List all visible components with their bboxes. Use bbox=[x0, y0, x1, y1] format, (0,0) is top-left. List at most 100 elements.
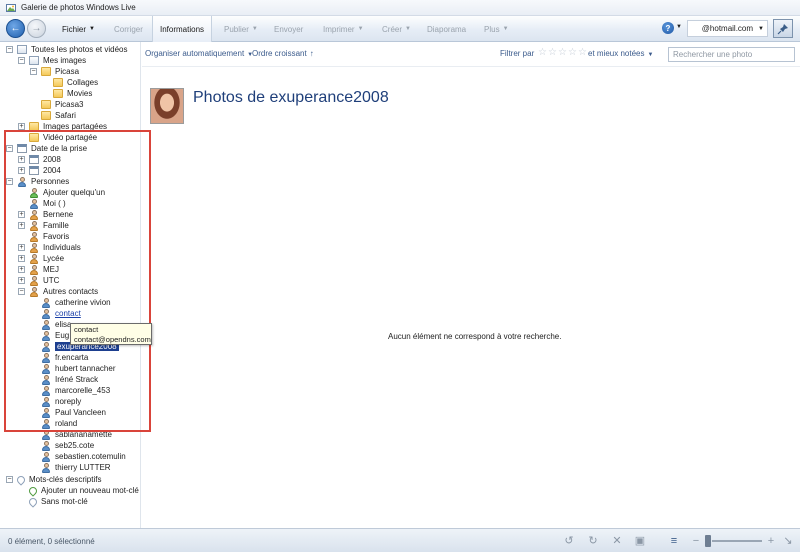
tree-item-contact[interactable]: sablananamette bbox=[41, 429, 112, 440]
tree-item-shared-images[interactable]: Images partagées bbox=[29, 121, 107, 132]
tree-item-contact[interactable]: fr.encarta bbox=[41, 352, 88, 363]
tree-item-contact[interactable]: hubert tannacher bbox=[41, 363, 116, 374]
star-icon[interactable]: ☆ bbox=[538, 48, 548, 58]
tree-item-contact[interactable]: marcorelle_453 bbox=[41, 385, 110, 396]
tree-item-contact[interactable]: thierry LUTTER bbox=[41, 462, 111, 473]
tree-item-contact[interactable]: seb25.cote bbox=[41, 440, 94, 451]
tree-item-safari[interactable]: Safari bbox=[41, 110, 76, 121]
tree-item-year-2008[interactable]: 2008 bbox=[29, 154, 61, 165]
help-menu-chevron-icon[interactable]: ▼ bbox=[676, 24, 682, 30]
tree-item-shared-video[interactable]: Vidéo partagée bbox=[29, 132, 97, 143]
star-icon[interactable]: ☆ bbox=[548, 48, 558, 58]
tree-item-group[interactable]: MEJ bbox=[29, 264, 59, 275]
expand-toggle[interactable]: + bbox=[18, 266, 25, 273]
zoom-out-icon[interactable]: − bbox=[690, 535, 702, 547]
tree-item-contact[interactable]: Paul Vancleen bbox=[41, 407, 106, 418]
tree-item-date-taken[interactable]: Date de la prise bbox=[17, 143, 87, 154]
forward-button[interactable]: → bbox=[27, 19, 46, 38]
collapse-toggle[interactable]: − bbox=[30, 68, 37, 75]
menu-publier[interactable]: Publier ▼ bbox=[224, 16, 258, 42]
tree-item-movies[interactable]: Movies bbox=[53, 88, 92, 99]
expand-toggle[interactable]: + bbox=[18, 123, 25, 130]
tree-item-picasa[interactable]: Picasa bbox=[41, 66, 79, 77]
collapse-toggle[interactable]: − bbox=[18, 288, 25, 295]
tree-item-group[interactable]: Individuals bbox=[29, 242, 81, 253]
person-icon bbox=[29, 198, 39, 209]
tree-item-group[interactable]: Lycée bbox=[29, 253, 64, 264]
organize-dropdown[interactable]: Organiser automatiquement ▼ bbox=[145, 49, 253, 58]
slideshow-icon[interactable]: ▣ bbox=[634, 535, 646, 547]
tree-item-contact[interactable]: Eug bbox=[41, 330, 69, 341]
menu-fichier[interactable]: Fichier ▼ bbox=[62, 16, 95, 42]
collapse-toggle[interactable]: − bbox=[6, 46, 13, 53]
rating-threshold-dropdown[interactable]: et mieux notées ▼ bbox=[588, 49, 653, 58]
tree-item-add-someone[interactable]: Ajouter quelqu'un bbox=[29, 187, 105, 198]
menu-corriger[interactable]: Corriger bbox=[114, 16, 143, 42]
expand-toggle[interactable]: + bbox=[18, 156, 25, 163]
tree-item-my-images[interactable]: Mes images bbox=[29, 55, 86, 66]
tooltip-name: contact bbox=[74, 325, 99, 334]
star-icon[interactable]: ☆ bbox=[578, 48, 588, 58]
zoom-slider-thumb[interactable] bbox=[705, 535, 711, 547]
expand-toggle[interactable]: + bbox=[18, 277, 25, 284]
filter-by-label: Filtrer par bbox=[500, 49, 535, 58]
person-icon bbox=[41, 440, 51, 451]
tree-item-no-keyword[interactable]: Sans mot-clé bbox=[27, 495, 88, 508]
tree-item-contact[interactable]: Iréné Strack bbox=[41, 374, 98, 385]
expand-toggle[interactable]: + bbox=[18, 211, 25, 218]
star-icon[interactable]: ☆ bbox=[558, 48, 568, 58]
zoom-slider-track[interactable] bbox=[712, 540, 762, 542]
tree-item-contact[interactable]: noreply bbox=[41, 396, 81, 407]
tree-item-contact[interactable]: roland bbox=[41, 418, 77, 429]
back-button[interactable]: ← bbox=[6, 19, 25, 38]
tree-item-people[interactable]: Personnes bbox=[17, 176, 69, 187]
tree-item-group[interactable]: Famille bbox=[29, 220, 69, 231]
resize-grip-icon[interactable]: ↘ bbox=[782, 535, 794, 547]
tree-item-contact[interactable]: elisa bbox=[41, 319, 71, 330]
tree-item-group[interactable]: UTC bbox=[29, 275, 59, 286]
details-view-icon[interactable]: ≡ bbox=[668, 535, 680, 547]
menu-informations[interactable]: Informations bbox=[152, 16, 213, 42]
collapse-toggle[interactable]: − bbox=[18, 57, 25, 64]
rotate-right-icon[interactable]: ↻ bbox=[587, 535, 599, 547]
tree-item-all-photos[interactable]: Toutes les photos et vidéos bbox=[17, 44, 128, 55]
pin-button[interactable] bbox=[773, 19, 793, 38]
search-input[interactable]: Rechercher une photo bbox=[668, 47, 795, 62]
menu-diaporama[interactable]: Diaporama bbox=[427, 16, 466, 42]
arrow-left-icon: ← bbox=[10, 23, 21, 34]
folder-icon bbox=[53, 78, 63, 87]
rating-filter[interactable]: ☆ ☆ ☆ ☆ ☆ bbox=[538, 48, 588, 58]
tree-item-keywords[interactable]: Mots-clés descriptifs bbox=[15, 473, 101, 486]
delete-icon[interactable]: ✕ bbox=[611, 535, 623, 547]
tree-item-contact[interactable]: sebastien.cotemulin bbox=[41, 451, 126, 462]
menu-envoyer[interactable]: Envoyer bbox=[274, 16, 303, 42]
shared-folder-icon bbox=[29, 133, 39, 142]
collapse-toggle[interactable]: − bbox=[6, 145, 13, 152]
tree-item-group[interactable]: Favoris bbox=[29, 231, 69, 242]
sort-order-button[interactable]: Ordre croissant ↑ bbox=[252, 49, 314, 58]
tree-item-contact[interactable]: contact bbox=[41, 308, 81, 319]
account-menu[interactable]: @hotmail.com ▼ bbox=[687, 20, 768, 37]
tree-item-me[interactable]: Moi ( ) bbox=[29, 198, 66, 209]
expand-toggle[interactable]: + bbox=[18, 222, 25, 229]
menu-creer[interactable]: Créer ▼ bbox=[382, 16, 411, 42]
expand-toggle[interactable]: + bbox=[18, 167, 25, 174]
tree-item-group[interactable]: Bernene bbox=[29, 209, 73, 220]
rotate-left-icon[interactable]: ↺ bbox=[563, 535, 575, 547]
menu-imprimer[interactable]: Imprimer ▼ bbox=[323, 16, 364, 42]
help-button[interactable]: ? bbox=[662, 22, 674, 34]
tree-item-other-contacts[interactable]: Autres contacts bbox=[29, 286, 98, 297]
collapse-toggle[interactable]: − bbox=[6, 178, 13, 185]
star-icon[interactable]: ☆ bbox=[568, 48, 578, 58]
expand-toggle[interactable]: + bbox=[18, 255, 25, 262]
tree-item-picasa3[interactable]: Picasa3 bbox=[41, 99, 83, 110]
zoom-in-icon[interactable]: + bbox=[765, 535, 777, 547]
menu-plus[interactable]: Plus ▼ bbox=[484, 16, 509, 42]
collapse-toggle[interactable]: − bbox=[6, 476, 13, 483]
tree-item-add-keyword[interactable]: Ajouter un nouveau mot-clé bbox=[27, 484, 139, 497]
tree-item-contact[interactable]: catherine vivion bbox=[41, 297, 111, 308]
expand-toggle[interactable]: + bbox=[18, 244, 25, 251]
arrow-right-icon: → bbox=[31, 23, 42, 34]
tree-item-collages[interactable]: Collages bbox=[53, 77, 98, 88]
tree-item-year-2004[interactable]: 2004 bbox=[29, 165, 61, 176]
